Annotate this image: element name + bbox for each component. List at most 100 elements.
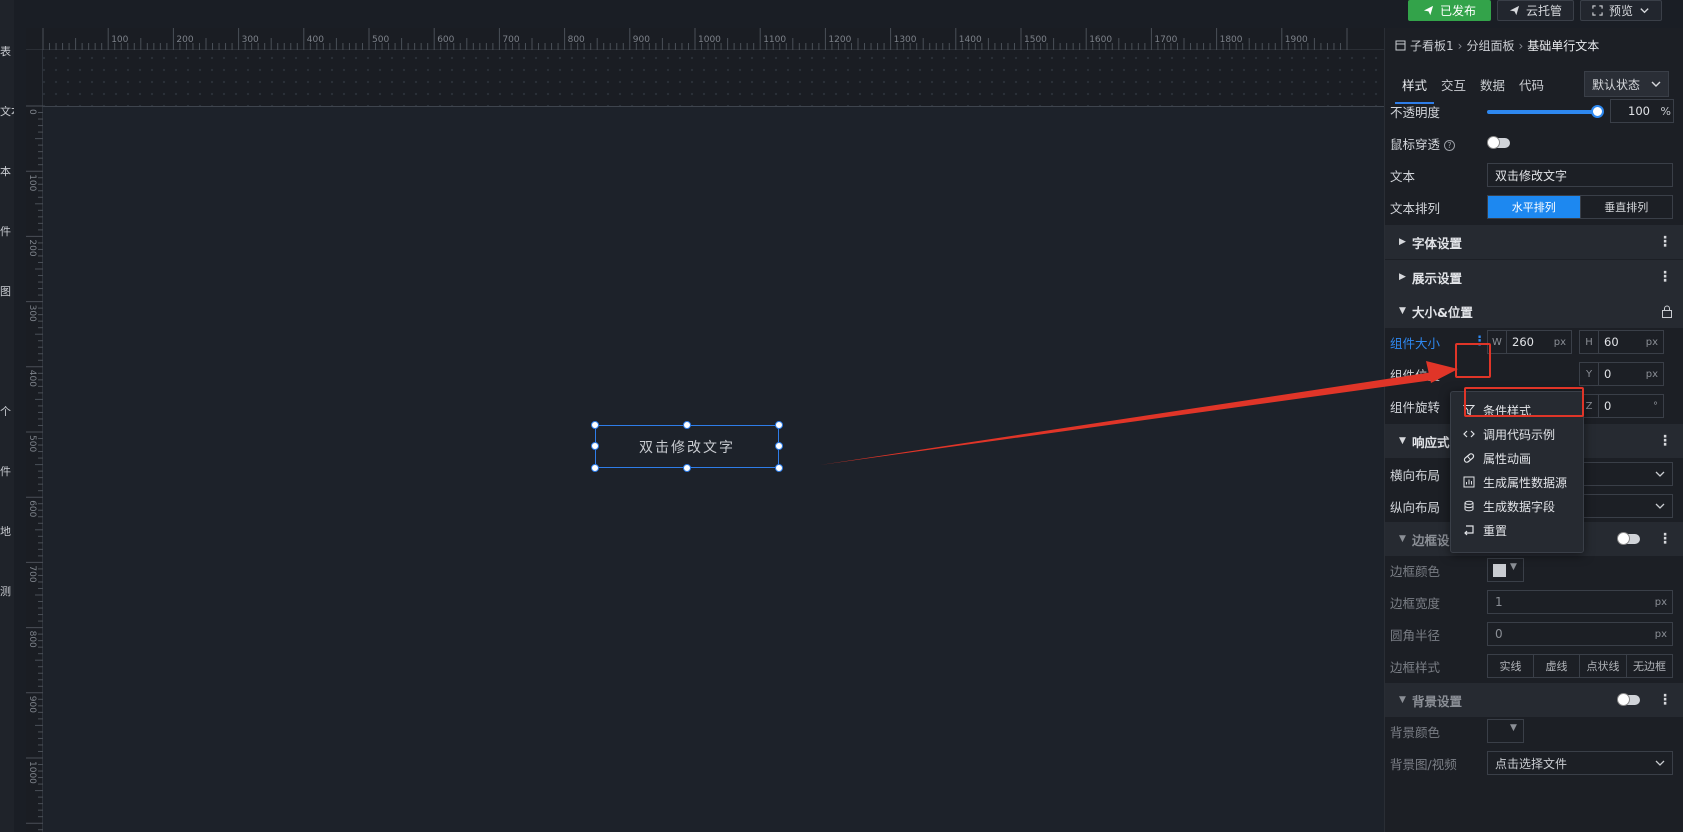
toolbar-item[interactable]: 本 (0, 166, 14, 178)
z-input[interactable]: Z 0 ° (1579, 394, 1664, 418)
toolbar-item[interactable]: 地 (0, 526, 14, 538)
position-label: 组件位置 (1390, 367, 1441, 383)
menu-item-gen-property-source[interactable]: 生成属性数据源 (1451, 470, 1583, 494)
bg-color-row: 背景颜色 ▼ (1385, 717, 1683, 745)
size-label: 组件大小 (1390, 335, 1441, 351)
ruler-tick-label: 800 (27, 631, 37, 648)
dashed-option[interactable]: 虚线 (1534, 655, 1580, 677)
resize-handle-n[interactable] (683, 421, 691, 429)
ruler-tick-label: 700 (502, 35, 519, 45)
ruler-tick-label: 0 (27, 109, 37, 115)
ruler-tick-label: 1200 (828, 35, 851, 45)
ruler-tick-label: 1500 (1024, 35, 1047, 45)
breadcrumb-item[interactable]: 分组面板 (1466, 37, 1514, 54)
solid-option[interactable]: 实线 (1488, 655, 1534, 677)
code-icon (1463, 430, 1475, 438)
text-label: 文本 (1390, 168, 1416, 184)
more-icon[interactable]: ⋮ (1658, 434, 1672, 448)
published-button[interactable]: 已发布 (1408, 0, 1492, 21)
y-value: 0 (1604, 367, 1612, 381)
resize-handle-e[interactable] (775, 442, 783, 450)
border-style-toggle: 实线 虚线 点状线 无边框 (1487, 654, 1673, 678)
vertical-option[interactable]: 垂直排列 (1581, 196, 1673, 218)
width-input[interactable]: W 260 px (1487, 330, 1572, 354)
resize-handle-w[interactable] (591, 442, 599, 450)
caret-down-icon: ▼ (1399, 436, 1406, 446)
more-icon[interactable]: ⋮ (1658, 270, 1672, 284)
ruler-tick-label: 1100 (763, 35, 786, 45)
no-border-option[interactable]: 无边框 (1627, 655, 1672, 677)
toolbar-item[interactable]: 文本 (0, 106, 14, 118)
text-input[interactable]: 双击修改文字 (1487, 163, 1673, 187)
resize-handle-nw[interactable] (591, 421, 599, 429)
z-value: 0 (1604, 399, 1612, 413)
ruler-tick-label: 300 (242, 35, 259, 45)
resize-handle-sw[interactable] (591, 464, 599, 472)
corner-radius-label: 圆角半径 (1390, 627, 1441, 643)
cloud-hosting-button[interactable]: 云托管 (1497, 0, 1575, 21)
display-settings-section[interactable]: ▶ 展示设置 ⋮ (1385, 260, 1683, 294)
y-key: Y (1580, 363, 1599, 385)
ruler-tick-label: 100 (111, 35, 128, 45)
toolbar-item[interactable]: 表 (0, 46, 14, 58)
preview-button[interactable]: 预览 (1580, 0, 1663, 21)
menu-item-reset[interactable]: 重置 (1451, 518, 1583, 542)
opacity-slider-knob[interactable] (1591, 105, 1604, 118)
cloud-hosting-label: 云托管 (1526, 4, 1563, 18)
dotted-option[interactable]: 点状线 (1580, 655, 1627, 677)
text-widget[interactable]: 双击修改文字 (591, 421, 783, 472)
mouse-through-label: 鼠标穿透 ? (1390, 134, 1455, 153)
text-row: 文本 双击修改文字 (1385, 161, 1683, 189)
responsive-title: 响应式 (1412, 434, 1450, 450)
height-key: H (1580, 331, 1599, 353)
resize-handle-se[interactable] (775, 464, 783, 472)
bg-color-picker[interactable]: ▼ (1487, 719, 1524, 743)
border-color-picker[interactable]: ▼ (1487, 558, 1524, 582)
ruler-tick-label: 200 (176, 35, 193, 45)
opacity-slider-track[interactable] (1487, 110, 1597, 114)
toolbar-item[interactable]: 个 (0, 406, 14, 418)
toolbar-item[interactable]: 测 (0, 586, 14, 598)
more-icon[interactable]: ⋮ (1658, 532, 1672, 546)
border-style-label: 边框样式 (1390, 659, 1441, 675)
text-direction-row: 文本排列 水平排列 垂直排列 (1385, 193, 1683, 221)
width-value: 260 (1512, 335, 1534, 349)
width-unit: px (1553, 336, 1566, 348)
background-section[interactable]: ▼ 背景设置 ⋮ (1385, 683, 1683, 717)
bg-image-select[interactable]: 点击选择文件 (1487, 751, 1673, 775)
horizontal-option[interactable]: 水平排列 (1488, 196, 1581, 218)
ruler-tick-label: 700 (27, 565, 37, 582)
lock-icon[interactable] (1661, 305, 1673, 318)
text-direction-toggle: 水平排列 垂直排列 (1487, 195, 1673, 219)
toolbar-item[interactable]: 件 (0, 226, 14, 238)
menu-item-code-example[interactable]: 调用代码示例 (1451, 422, 1583, 446)
caret-right-icon: ▶ (1399, 272, 1406, 282)
border-color-row: 边框颜色 ▼ (1385, 556, 1683, 584)
ruler-tick-label: 900 (633, 35, 650, 45)
mouse-through-toggle[interactable] (1487, 136, 1510, 149)
state-select[interactable]: 默认状态 (1584, 71, 1669, 97)
opacity-input[interactable]: 100 % (1610, 99, 1674, 123)
resize-handle-ne[interactable] (775, 421, 783, 429)
resize-handle-s[interactable] (683, 464, 691, 472)
size-position-section[interactable]: ▼ 大小&位置 (1385, 294, 1683, 328)
more-icon[interactable]: ⋮ (1658, 693, 1672, 707)
height-input[interactable]: H 60 px (1579, 330, 1664, 354)
border-width-input[interactable]: 1 px (1487, 590, 1673, 614)
design-canvas[interactable] (43, 106, 1384, 832)
state-select-value: 默认状态 (1592, 77, 1641, 92)
background-toggle[interactable] (1617, 693, 1640, 706)
menu-item-property-animation[interactable]: 属性动画 (1451, 446, 1583, 470)
border-toggle[interactable] (1617, 532, 1640, 545)
toolbar-item[interactable]: 图 (0, 286, 14, 298)
corner-radius-input[interactable]: 0 px (1487, 622, 1673, 646)
y-input[interactable]: Y 0 px (1579, 362, 1664, 386)
more-icon[interactable]: ⋮ (1658, 235, 1672, 249)
ruler-tick-label: 500 (27, 435, 37, 452)
mouse-through-row: 鼠标穿透 ? (1385, 129, 1683, 157)
toolbar-item[interactable]: 件 (0, 466, 14, 478)
breadcrumb-item[interactable]: 子看板1 (1410, 37, 1454, 54)
font-settings-section[interactable]: ▶ 字体设置 ⋮ (1385, 225, 1683, 259)
menu-item-gen-data-field[interactable]: 生成数据字段 (1451, 494, 1583, 518)
corner-radius-unit: px (1654, 628, 1667, 640)
